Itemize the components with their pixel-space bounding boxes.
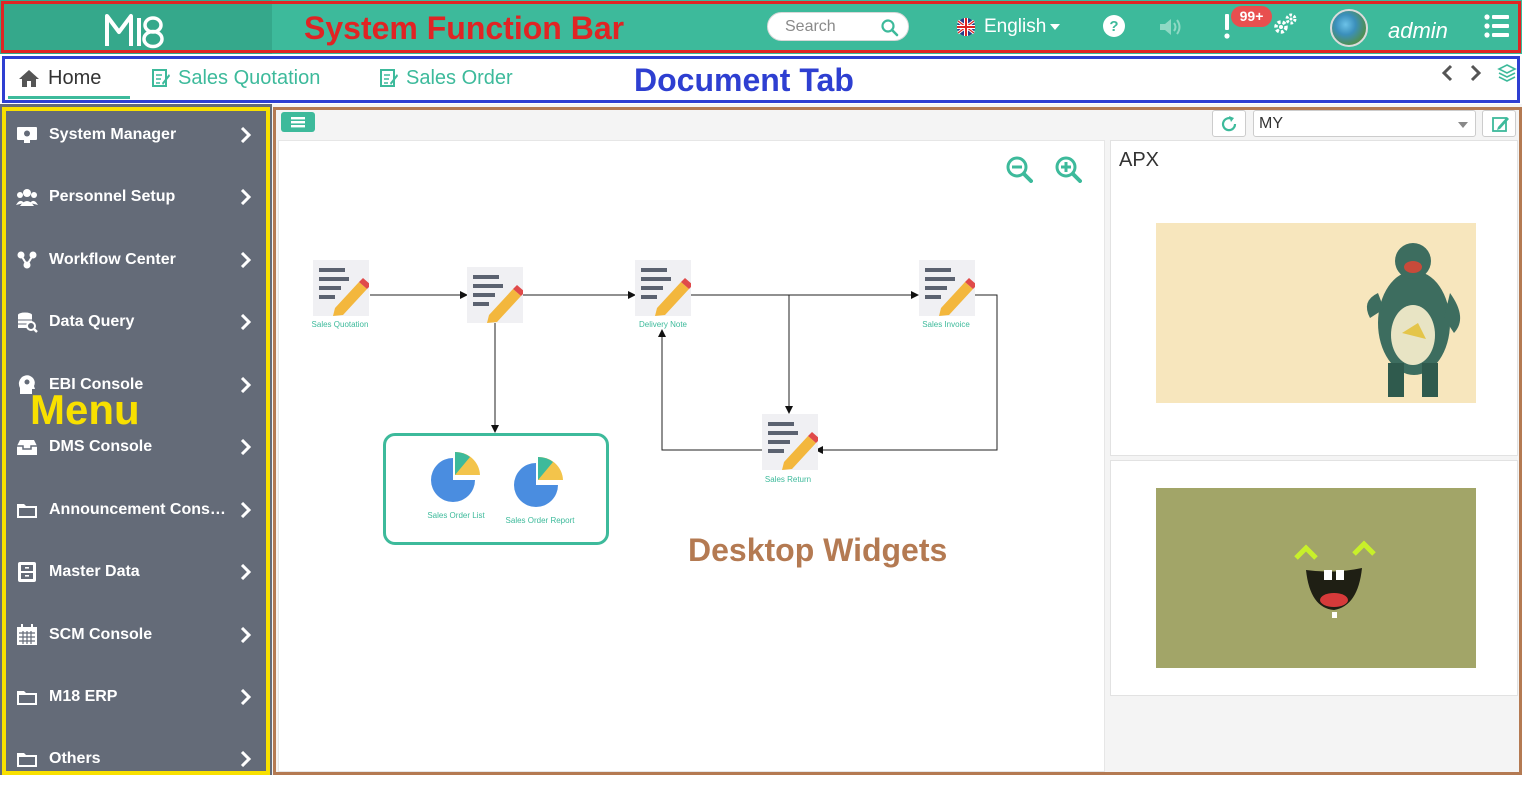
- pie-chart-icon[interactable]: [511, 455, 567, 511]
- face-image: [1156, 488, 1476, 668]
- document-pencil-icon[interactable]: [635, 260, 691, 316]
- pie-chart-icon[interactable]: [428, 450, 484, 506]
- document-pencil-icon[interactable]: [762, 414, 818, 470]
- flow-node-label: Sales Invoice: [922, 320, 970, 329]
- document-pencil-icon[interactable]: [467, 267, 523, 323]
- flow-node-label: Sales Return: [764, 475, 812, 484]
- document-pencil-icon[interactable]: [919, 260, 975, 316]
- bear-image: [1156, 223, 1476, 403]
- flow-node-label: Delivery Note: [638, 320, 688, 329]
- report-label: Sales Order Report: [505, 516, 575, 525]
- report-group: [383, 433, 609, 545]
- document-pencil-icon[interactable]: [313, 260, 369, 316]
- report-label: Sales Order List: [427, 511, 485, 520]
- flow-node-label: Sales Quotation: [311, 320, 369, 329]
- annotation-desktop-widgets: Desktop Widgets: [688, 532, 948, 568]
- widget-title: APX: [1119, 149, 1160, 171]
